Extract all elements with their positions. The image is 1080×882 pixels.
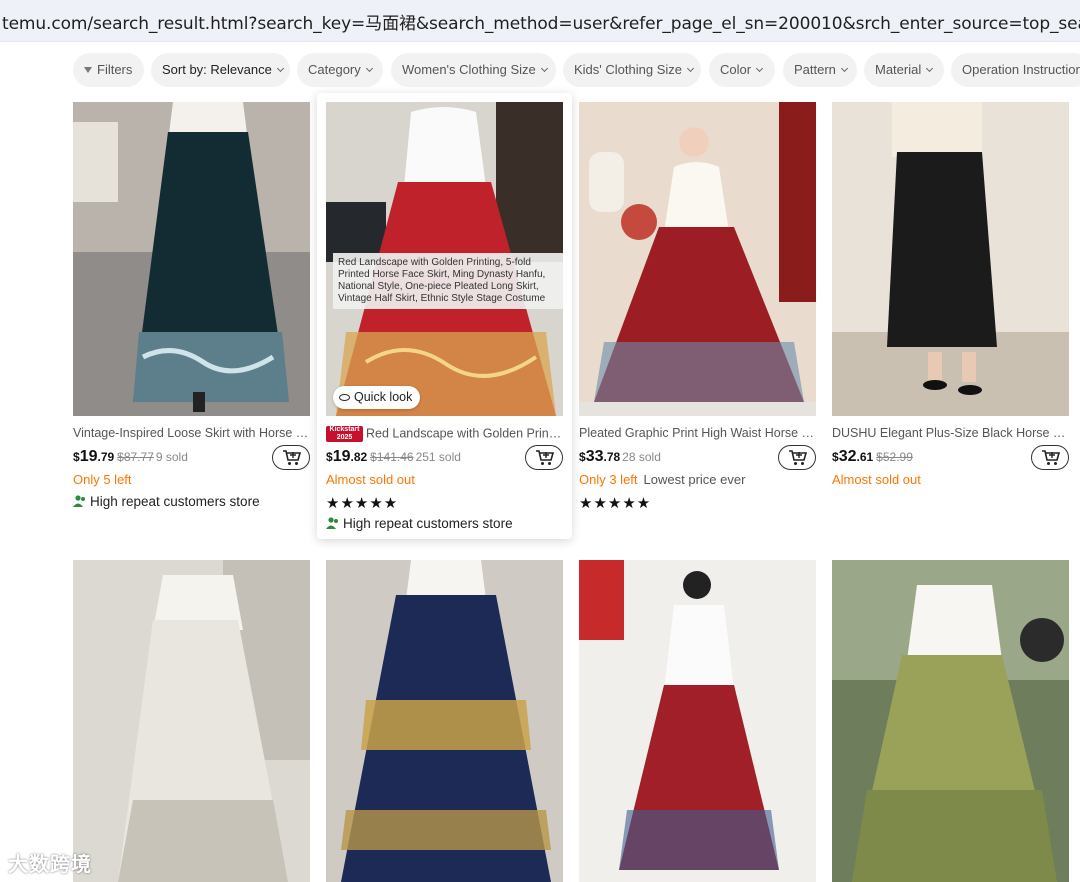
product-image[interactable] bbox=[73, 102, 310, 416]
product-image[interactable] bbox=[832, 102, 1069, 416]
stock-status: Almost sold out bbox=[326, 472, 415, 487]
chevron-down-icon bbox=[840, 64, 848, 73]
womens-size-dropdown[interactable]: Women's Clothing Size bbox=[391, 53, 556, 87]
sold-count: 251 sold bbox=[415, 450, 461, 464]
material-dropdown[interactable]: Material bbox=[864, 53, 944, 87]
eye-icon bbox=[339, 394, 350, 401]
price: $19.82 bbox=[326, 448, 368, 465]
quick-look-button[interactable]: Quick look bbox=[333, 386, 421, 409]
chevron-down-icon bbox=[540, 64, 548, 73]
rating-stars: ★★★★★ bbox=[326, 495, 399, 512]
rating-stars: ★★★★★ bbox=[579, 495, 652, 512]
sold-count: 28 sold bbox=[622, 450, 661, 464]
operation-instruction-dropdown[interactable]: Operation Instruction bbox=[951, 53, 1080, 87]
kickstart-badge: Kickstart 2025 bbox=[326, 426, 363, 442]
cart-icon bbox=[283, 450, 302, 465]
users-icon bbox=[326, 517, 338, 529]
chevron-down-icon bbox=[756, 64, 764, 73]
category-dropdown[interactable]: Category bbox=[297, 53, 383, 87]
product-title-tooltip: Red Landscape with Golden Printing, 5-fo… bbox=[333, 253, 563, 309]
add-to-cart-button[interactable] bbox=[525, 445, 563, 470]
original-price: $141.46 bbox=[370, 450, 414, 464]
original-price: $52.99 bbox=[876, 450, 913, 464]
url-text[interactable]: temu.com/search_result.html?search_key=马… bbox=[2, 9, 1080, 34]
price-row: $19.82 $141.46 251 sold bbox=[326, 445, 563, 470]
cart-icon bbox=[536, 450, 555, 465]
product-title[interactable]: Pleated Graphic Print High Waist Horse F… bbox=[579, 426, 816, 440]
chevron-down-icon bbox=[686, 64, 695, 73]
stock-status: Almost sold out bbox=[832, 472, 921, 487]
chevron-down-icon bbox=[365, 64, 373, 73]
product-title[interactable]: Kickstart 2025 Red Landscape with Golden P… bbox=[326, 426, 563, 442]
price: $33.78 bbox=[579, 448, 621, 465]
sold-count: 9 sold bbox=[155, 450, 188, 464]
product-title[interactable]: DUSHU Elegant Plus-Size Black Horse Face… bbox=[832, 426, 1069, 440]
sort-dropdown[interactable]: Sort by: Relevance bbox=[151, 53, 290, 87]
store-badge: High repeat customers store bbox=[73, 494, 260, 509]
cart-icon bbox=[1042, 450, 1061, 465]
color-dropdown[interactable]: Color bbox=[709, 53, 775, 87]
funnel-icon bbox=[84, 67, 92, 73]
add-to-cart-button[interactable] bbox=[778, 445, 816, 470]
store-badge: High repeat customers store bbox=[326, 516, 513, 531]
product-image[interactable] bbox=[73, 560, 310, 882]
watermark-logo: 大数跨境 bbox=[8, 854, 92, 876]
address-bar[interactable]: temu.com/search_result.html?search_key=马… bbox=[0, 0, 1080, 42]
product-image[interactable] bbox=[832, 560, 1069, 882]
price-row: $32.61 $52.99 bbox=[832, 445, 1069, 470]
original-price: $87.77 bbox=[117, 450, 154, 464]
filters-button[interactable]: Filters bbox=[73, 53, 144, 87]
stock-status: Only 3 left Lowest price ever bbox=[579, 472, 746, 487]
add-to-cart-button[interactable] bbox=[272, 445, 310, 470]
chevron-down-icon bbox=[276, 64, 284, 73]
price-row: $33.78 28 sold bbox=[579, 445, 816, 470]
pattern-dropdown[interactable]: Pattern bbox=[783, 53, 857, 87]
product-title[interactable]: Vintage-Inspired Loose Skirt with Horse … bbox=[73, 426, 310, 440]
lowest-price-label: Lowest price ever bbox=[643, 472, 746, 487]
chevron-down-icon bbox=[926, 64, 934, 73]
price: $19.79 bbox=[73, 448, 115, 465]
kids-size-dropdown[interactable]: Kids' Clothing Size bbox=[563, 53, 701, 87]
product-image[interactable] bbox=[326, 560, 563, 882]
stock-status: Only 5 left bbox=[73, 472, 132, 487]
product-image[interactable] bbox=[579, 560, 816, 882]
price-row: $19.79 $87.77 9 sold bbox=[73, 445, 310, 470]
users-icon bbox=[73, 495, 85, 507]
cart-icon bbox=[789, 450, 808, 465]
add-to-cart-button[interactable] bbox=[1031, 445, 1069, 470]
price: $32.61 bbox=[832, 448, 874, 465]
product-image[interactable] bbox=[579, 102, 816, 416]
